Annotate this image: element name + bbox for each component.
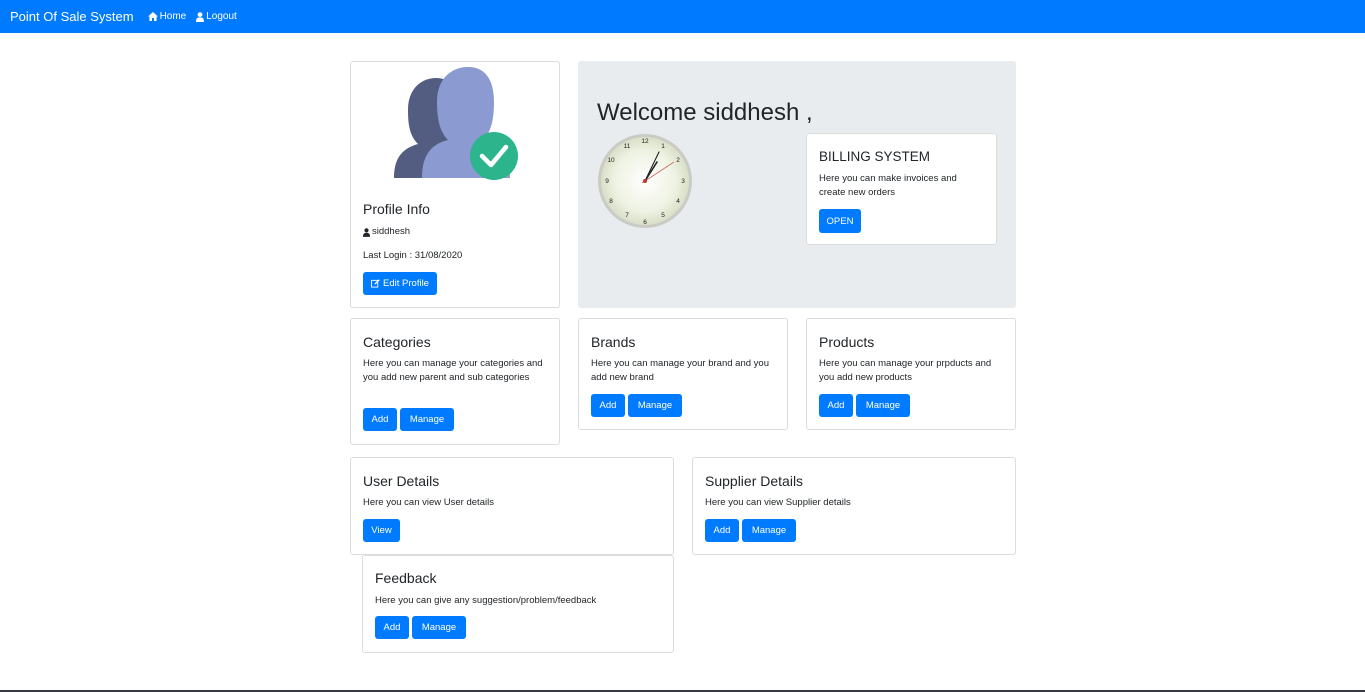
edit-profile-label: Edit Profile <box>383 278 429 289</box>
clock-number: 12 <box>641 138 649 145</box>
clock-number: 8 <box>609 198 613 205</box>
welcome-heading: Welcome siddhesh , <box>597 99 813 126</box>
feedback-text: Here you can give any suggestion/problem… <box>375 595 597 606</box>
supplier-details-card: Supplier Details Here you can view Suppl… <box>692 457 1016 555</box>
nav-logout[interactable]: Logout <box>196 11 237 22</box>
user-icon <box>196 11 205 22</box>
brands-manage-label: Manage <box>637 400 673 411</box>
user-details-card: User Details Here you can view User deta… <box>350 457 674 555</box>
user-details-text: Here you can view User details <box>363 497 494 508</box>
supplier-add-button[interactable]: Add <box>705 519 739 542</box>
clock-number: 2 <box>676 157 680 164</box>
products-title: Products <box>819 334 875 350</box>
categories-card: Categories Here you can manage your cate… <box>350 318 560 445</box>
categories-add-label: Add <box>371 414 389 425</box>
open-billing-label: OPEN <box>826 215 854 227</box>
edit-profile-button[interactable]: Edit Profile <box>363 272 437 295</box>
brands-title: Brands <box>591 334 636 350</box>
clock-number: 9 <box>605 178 609 185</box>
welcome-panel: Welcome siddhesh , 12 1 2 3 4 5 6 7 8 9 … <box>578 61 1016 308</box>
brands-add-label: Add <box>599 400 617 411</box>
profile-avatar-icon <box>394 67 518 180</box>
supplier-add-label: Add <box>713 525 731 536</box>
feedback-add-button[interactable]: Add <box>375 616 409 639</box>
feedback-title: Feedback <box>375 570 437 586</box>
user-details-view-button[interactable]: View <box>363 519 400 542</box>
categories-title: Categories <box>363 334 431 350</box>
billing-title: BILLING SYSTEM <box>819 149 931 164</box>
navbar: Point Of Sale System Home Logout <box>0 0 1365 33</box>
user-details-view-label: View <box>371 525 392 536</box>
nav-home-label: Home <box>159 11 187 22</box>
brand-title[interactable]: Point Of Sale System <box>10 9 134 24</box>
profile-username-text: siddhesh <box>372 226 411 237</box>
products-add-label: Add <box>827 400 845 411</box>
nav-logout-label: Logout <box>206 11 237 22</box>
supplier-details-title: Supplier Details <box>705 473 804 489</box>
supplier-manage-label: Manage <box>751 525 787 536</box>
feedback-add-label: Add <box>383 622 401 633</box>
clock-number: 6 <box>643 219 647 226</box>
billing-card: BILLING SYSTEM Here you can make invoice… <box>806 133 997 245</box>
clock-number: 10 <box>607 157 615 164</box>
clock-number: 4 <box>676 198 680 205</box>
categories-text: Here you can manage your categories and … <box>363 358 543 383</box>
clock-number: 11 <box>624 143 631 150</box>
brands-text: Here you can manage your brand and you a… <box>591 358 769 383</box>
profile-title: Profile Info <box>363 201 430 217</box>
categories-add-button[interactable]: Add <box>363 408 397 431</box>
profile-username: siddhesh <box>363 225 410 239</box>
products-text: Here you can manage your prpducts and yo… <box>819 358 992 383</box>
last-login-text: Last Login : 31/08/2020 <box>363 250 463 261</box>
edit-icon <box>371 279 380 288</box>
products-add-button[interactable]: Add <box>819 394 853 417</box>
open-billing-button[interactable]: OPEN <box>819 209 861 233</box>
profile-card: Profile Info siddhesh Last Login : 31/08… <box>350 61 560 308</box>
user-details-title: User Details <box>363 473 440 489</box>
categories-manage-button[interactable]: Manage <box>400 408 454 431</box>
feedback-card: Feedback Here you can give any suggestio… <box>362 555 674 653</box>
billing-text: Here you can make invoices and create ne… <box>819 173 957 198</box>
products-manage-button[interactable]: Manage <box>856 394 910 417</box>
supplier-manage-button[interactable]: Manage <box>742 519 796 542</box>
feedback-manage-label: Manage <box>421 622 457 633</box>
clock-number: 3 <box>681 178 685 185</box>
products-card: Products Here you can manage your prpduc… <box>806 318 1016 430</box>
nav-home[interactable]: Home <box>147 11 187 22</box>
categories-manage-label: Manage <box>409 414 445 425</box>
clock-number: 5 <box>661 212 665 219</box>
brands-manage-button[interactable]: Manage <box>628 394 682 417</box>
products-manage-label: Manage <box>865 400 901 411</box>
supplier-details-text: Here you can view Supplier details <box>705 497 851 508</box>
clock-number: 1 <box>661 143 665 150</box>
brands-add-button[interactable]: Add <box>591 394 625 417</box>
analog-clock: 12 1 2 3 4 5 6 7 8 9 10 11 <box>598 134 692 228</box>
feedback-manage-button[interactable]: Manage <box>412 616 466 639</box>
home-icon <box>147 12 158 21</box>
clock-number: 7 <box>625 212 629 219</box>
user-icon <box>363 227 370 237</box>
brands-card: Brands Here you can manage your brand an… <box>578 318 788 430</box>
